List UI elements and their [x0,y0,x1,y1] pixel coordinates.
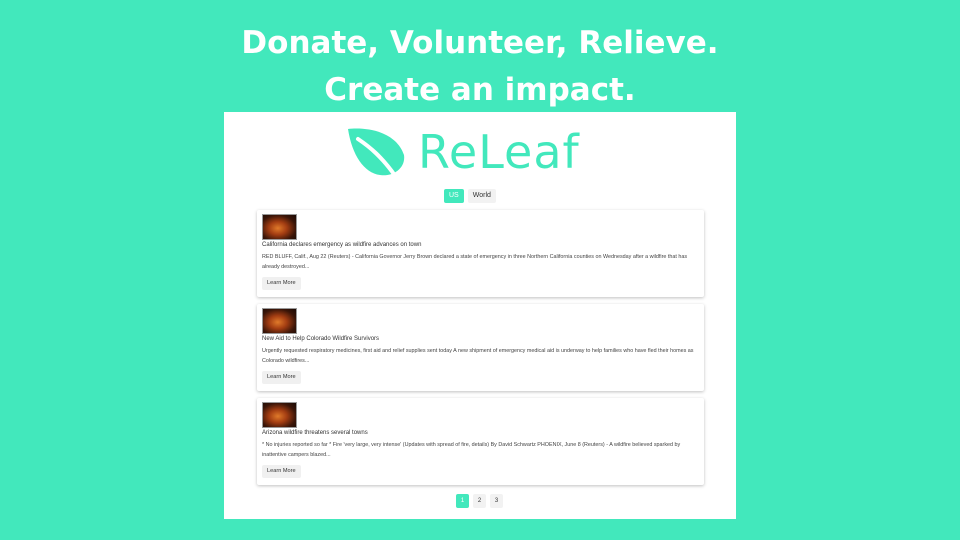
news-summary: RED BLUFF, Calif., Aug 22 (Reuters) - Ca… [262,254,688,270]
news-title: New Aid to Help Colorado Wildfire Surviv… [262,336,380,342]
news-title: California declares emergency as wildfir… [262,242,422,248]
headline-line-1: Donate, Volunteer, Relieve. [241,25,719,61]
learn-more-button[interactable]: Learn More [262,465,301,478]
news-card: Arizona wildfire threatens several towns… [257,398,704,485]
headline-line-2: Create an impact. [324,72,636,108]
news-summary: * No injuries reported so far * Fire 've… [262,442,681,458]
news-card: New Aid to Help Colorado Wildfire Surviv… [257,304,704,391]
region-tabs: US World [444,189,496,203]
wildfire-thumbnail [262,308,297,334]
wildfire-thumbnail [262,402,297,428]
page-1-button[interactable]: 1 [456,494,469,508]
news-summary: Urgently requested respiratory medicines… [262,348,694,364]
releaf-logo: ReLeaf [346,122,580,182]
wildfire-thumbnail [262,214,297,240]
leaf-icon [346,125,408,179]
news-card: California declares emergency as wildfir… [257,210,704,297]
pagination: 1 2 3 [456,494,503,508]
brand-name: ReLeaf [418,125,580,179]
page-3-button[interactable]: 3 [490,494,503,508]
learn-more-button[interactable]: Learn More [262,371,301,384]
tab-world[interactable]: World [467,189,496,203]
learn-more-button[interactable]: Learn More [262,277,301,290]
news-title: Arizona wildfire threatens several towns [262,430,368,436]
app-screenshot-panel: ReLeaf US World California declares emer… [224,112,736,519]
hero-headline: Donate, Volunteer, Relieve. Create an im… [0,20,960,114]
page-2-button[interactable]: 2 [473,494,486,508]
tab-us[interactable]: US [444,189,464,203]
